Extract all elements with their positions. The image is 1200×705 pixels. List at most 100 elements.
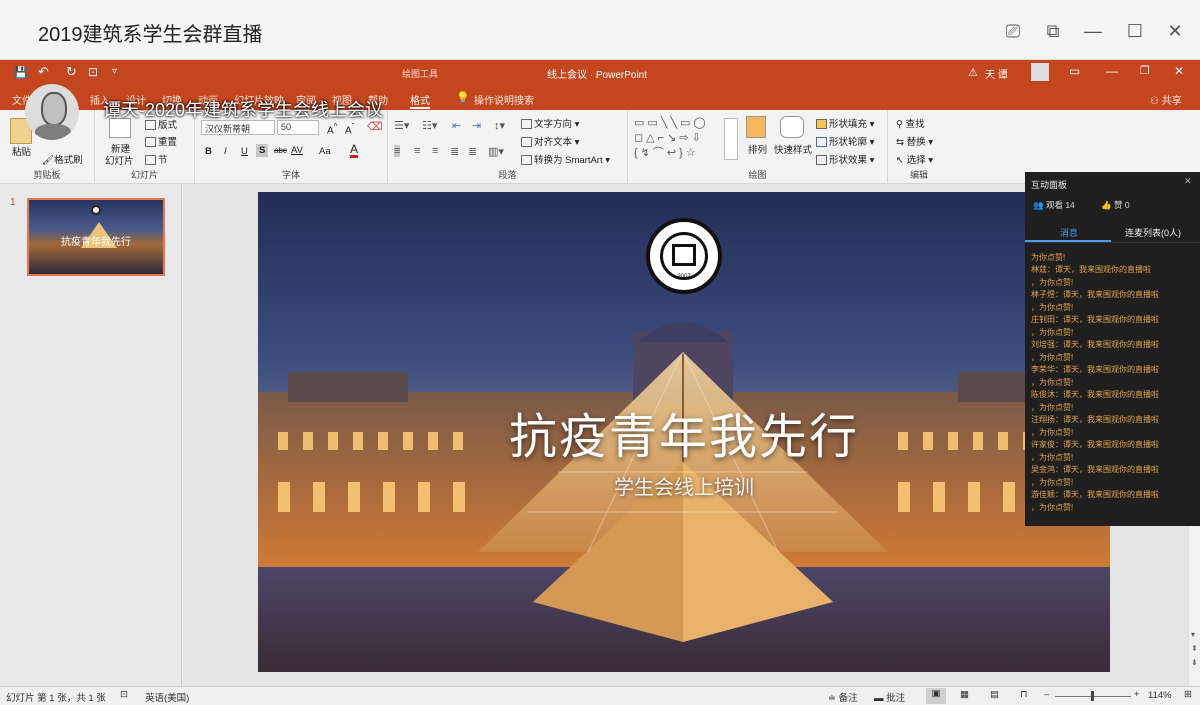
shape-effects-button[interactable]: 形状效果 ▾ [816, 152, 874, 166]
shape-outline-button[interactable]: 形状轮廓 ▾ [816, 134, 874, 148]
smartart-label: 转换为 SmartArt [534, 155, 603, 166]
format-painter-button[interactable]: 🖌格式刷 [42, 152, 83, 166]
message-line: 游佳颖：谭天，我来围观你的直播啦 [1031, 490, 1159, 499]
close-button[interactable]: ✕ [1162, 18, 1188, 44]
font-name-select[interactable]: 汉仪新蒂朝 [201, 120, 275, 135]
reset-button[interactable]: 重置 [145, 134, 177, 148]
italic-button[interactable]: I [224, 146, 227, 157]
bold-button[interactable]: B [205, 146, 212, 157]
smartart-button[interactable]: 转换为 SmartArt ▾ [521, 152, 610, 166]
comments-button[interactable]: ▬ 批注 [874, 690, 905, 704]
ppt-minimize-button[interactable]: — [1106, 64, 1118, 78]
group-label-font: 字体 [281, 170, 300, 180]
shapes-gallery[interactable]: ▭▭╲╲▭◯ ◻△⌐↘⇨⇩ {↯⌒↩}☆ [634, 116, 734, 162]
strikethrough-button[interactable]: abc [274, 146, 287, 155]
font-color-button[interactable]: A [350, 143, 359, 158]
redo-icon[interactable]: ↻ [66, 64, 77, 80]
align-right-icon[interactable]: ≡ [432, 145, 438, 157]
panel-close-icon[interactable]: ✕ [1184, 176, 1192, 187]
undo-icon[interactable]: ↶ [38, 64, 49, 80]
arrange-button[interactable]: 排列 [748, 142, 767, 156]
thumbnail-logo [91, 205, 101, 215]
distributed-icon[interactable]: ≣ [468, 145, 477, 158]
user-avatar[interactable] [1031, 63, 1049, 81]
slideshow-view-icon[interactable]: ⊓ [1020, 689, 1027, 700]
align-text-button[interactable]: 对齐文本 ▾ [521, 134, 579, 148]
zoom-out-icon[interactable]: – [1044, 689, 1049, 700]
find-button[interactable]: ⚲ 查找 [896, 116, 925, 130]
slide-subtitle[interactable]: 学生会线上培训 [258, 471, 1110, 500]
viewers-count: 👥 观看 14 [1033, 199, 1075, 211]
select-button[interactable]: ↖ 选择 ▾ [896, 152, 933, 166]
paste-button[interactable]: 粘贴 [12, 144, 31, 158]
tab-format[interactable]: 格式 [410, 92, 430, 109]
ppt-close-button[interactable]: ✕ [1174, 64, 1184, 78]
slide-thumbnail[interactable]: 抗疫青年我先行 [27, 198, 165, 276]
cast-icon[interactable]: ⎚ [1000, 18, 1026, 44]
present-icon[interactable]: ⊡ [88, 65, 98, 79]
customize-qat-icon[interactable]: ▿ [112, 66, 117, 77]
underline-button[interactable]: U [241, 146, 248, 157]
new-slide-label2[interactable]: 幻灯片 [105, 153, 134, 167]
quick-styles-button[interactable]: 快速样式 [774, 142, 812, 156]
notes-button[interactable]: ≐ 备注 [828, 690, 858, 704]
tell-me-search[interactable]: 操作说明搜索 [474, 92, 534, 107]
replace-button[interactable]: ⇆ 替换 ▾ [896, 134, 933, 148]
find-label: 查找 [905, 119, 925, 130]
zoom-in-icon[interactable]: + [1134, 689, 1140, 700]
shapes-gallery-scroll[interactable] [724, 118, 738, 160]
replace-icon: ⇆ [896, 137, 904, 148]
accessibility-icon[interactable]: ⊡ [120, 689, 128, 700]
increase-indent-icon[interactable]: ⇥ [472, 119, 481, 132]
select-icon: ↖ [896, 155, 904, 166]
popout-icon[interactable]: ⧉ [1040, 18, 1066, 44]
text-direction-button[interactable]: 文字方向 ▾ [521, 116, 579, 130]
bullets-icon[interactable]: ☰▾ [394, 119, 409, 132]
ppt-restore-button[interactable]: ❐ [1140, 64, 1150, 77]
message-line: ，为你点赞! [1031, 328, 1074, 337]
zoom-slider-thumb[interactable] [1091, 691, 1094, 701]
slide-sorter-icon[interactable]: ▦ [960, 689, 969, 700]
user-name[interactable]: 天 谭 [985, 66, 1008, 81]
grow-font-icon[interactable]: A^ [327, 121, 338, 136]
justify-icon[interactable]: ≣ [450, 145, 459, 158]
slide-title[interactable]: 抗疫青年我先行 [258, 397, 1110, 467]
shape-fill-button[interactable]: 形状填充 ▾ [816, 116, 874, 130]
fit-slide-icon[interactable]: ⊞ [1184, 689, 1192, 700]
align-left-icon[interactable]: ≡ [394, 145, 401, 157]
group-label-drawing: 绘图 [748, 170, 767, 180]
scroll-down-icon[interactable]: ▾ [1191, 630, 1195, 639]
tab-messages[interactable]: 消息 [1060, 226, 1078, 239]
line-spacing-icon[interactable]: ↕▾ [494, 119, 505, 132]
message-list[interactable]: 为你点赞! 林莛：谭天，我来围观你的直播啦 ，为你点赞! 林子煜：谭天，我来围观… [1025, 250, 1200, 520]
tab-connect-list[interactable]: 连麦列表(0人) [1125, 226, 1181, 239]
maximize-button[interactable]: ☐ [1122, 18, 1148, 44]
change-case-button[interactable]: Aa [319, 146, 331, 157]
status-bar: 幻灯片 第 1 张，共 1 张 ⊡ 英语(美国) ≐ 备注 ▬ 批注 ▣ ▦ ▤… [0, 686, 1200, 705]
align-center-icon[interactable]: ≡ [414, 145, 420, 157]
share-button[interactable]: ⚇ 共享 [1150, 92, 1182, 107]
normal-view-icon[interactable]: ▣ [926, 688, 946, 704]
reading-view-icon[interactable]: ▤ [990, 689, 999, 700]
prev-slide-icon[interactable]: ⇞ [1191, 644, 1198, 653]
char-spacing-button[interactable]: AV [291, 145, 303, 156]
people-icon: 👥 [1033, 200, 1044, 210]
arrange-icon[interactable] [746, 116, 766, 138]
save-icon[interactable]: 💾 [14, 66, 28, 79]
message-line: 吴金鸿：谭天，我来围观你的直播啦 [1031, 465, 1159, 474]
section-button[interactable]: 节 [145, 152, 168, 166]
next-slide-icon[interactable]: ⇟ [1191, 658, 1198, 667]
zoom-level[interactable]: 114% [1148, 690, 1172, 701]
slide[interactable]: 2007 抗疫青年我先行 学生会线上培训 [258, 192, 1110, 672]
quick-styles-icon[interactable] [780, 116, 804, 138]
decrease-indent-icon[interactable]: ⇤ [452, 119, 461, 132]
language-indicator[interactable]: 英语(美国) [145, 690, 189, 704]
shrink-font-icon[interactable]: Aˇ [345, 121, 354, 136]
shadow-button[interactable]: S [256, 144, 269, 157]
ribbon-display-icon[interactable]: ▭ [1069, 64, 1080, 78]
numbering-icon[interactable]: ☷▾ [422, 119, 437, 132]
message-line: 为你点赞! [1031, 253, 1066, 262]
minimize-button[interactable]: — [1080, 18, 1106, 44]
columns-icon[interactable]: ▥▾ [488, 145, 504, 158]
font-size-select[interactable]: 50 [277, 120, 319, 135]
